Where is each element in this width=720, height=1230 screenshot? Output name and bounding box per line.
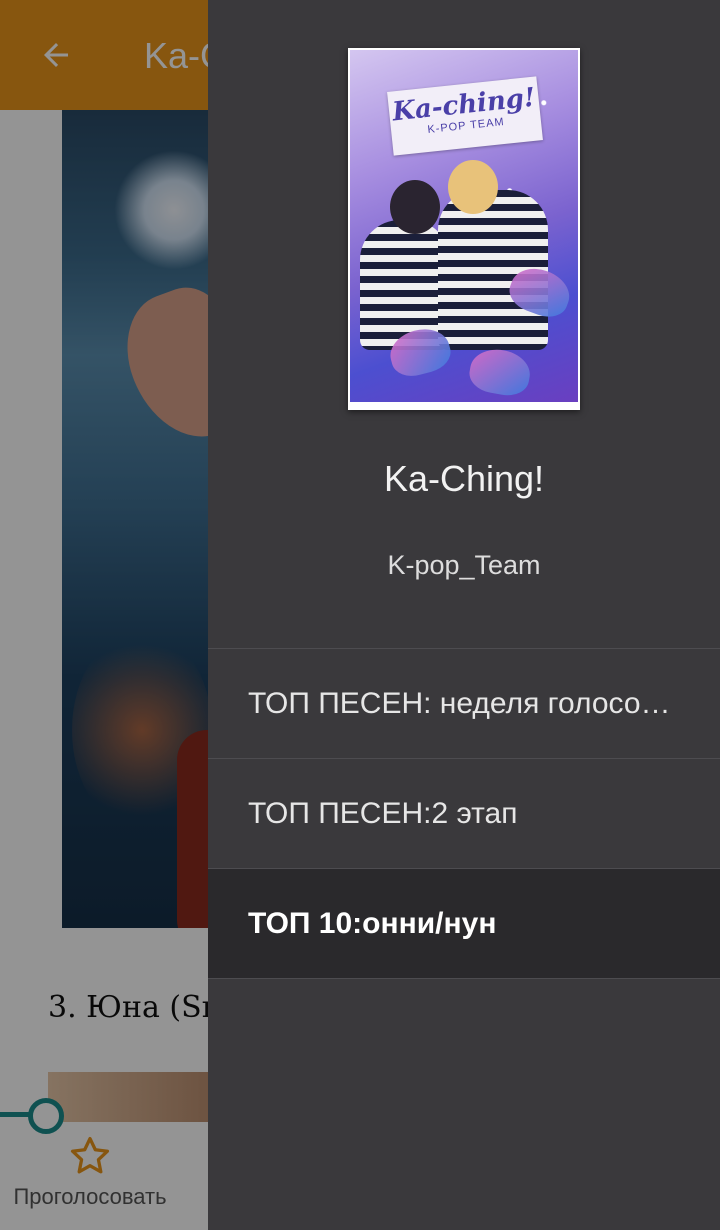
chapter-label: ТОП ПЕСЕН: неделя голосования bbox=[248, 686, 680, 720]
chapter-list: ТОП ПЕСЕН: неделя голосования ТОП ПЕСЕН:… bbox=[208, 648, 720, 979]
cover-title-sign: Ka-ching! K-POP TEAM bbox=[387, 76, 543, 156]
navigation-drawer: Ka-ching! K-POP TEAM Ka-Ching! K-pop_Tea… bbox=[208, 0, 720, 1230]
book-author[interactable]: K-pop_Team bbox=[208, 550, 720, 581]
chapter-item[interactable]: ТОП ПЕСЕН: неделя голосования bbox=[208, 649, 720, 759]
book-cover-art: Ka-ching! K-POP TEAM bbox=[350, 50, 578, 402]
chapter-label: ТОП ПЕСЕН:2 этап bbox=[248, 796, 518, 830]
book-cover: Ka-ching! K-POP TEAM bbox=[348, 48, 580, 410]
chapter-item[interactable]: ТОП ПЕСЕН:2 этап bbox=[208, 759, 720, 869]
book-title: Ka-Ching! bbox=[383, 458, 545, 499]
chapter-item-active[interactable]: ТОП 10:онни/нун bbox=[208, 869, 720, 979]
chapter-label: ТОП 10:онни/нун bbox=[248, 906, 497, 940]
